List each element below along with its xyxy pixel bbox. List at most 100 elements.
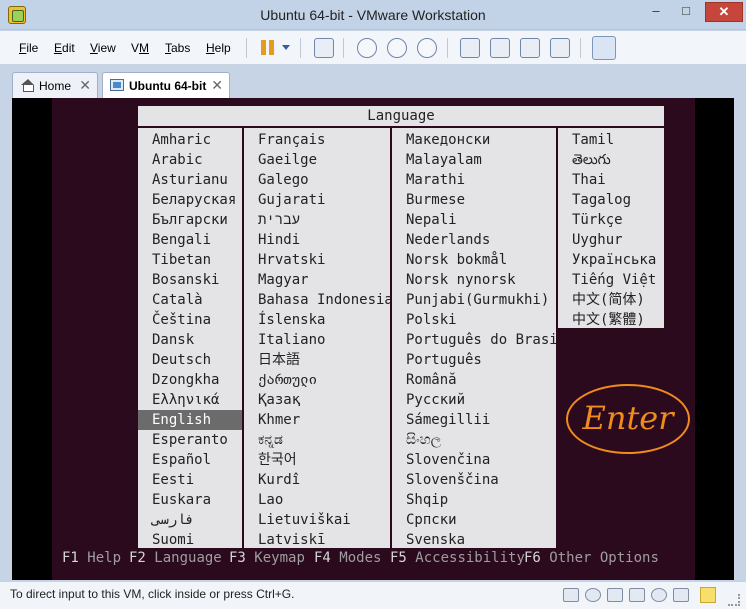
language-option[interactable]: فارسی bbox=[138, 510, 242, 530]
language-option[interactable]: Norsk nynorsk bbox=[392, 270, 556, 290]
language-option[interactable]: 中文(繁體) bbox=[558, 310, 664, 330]
language-option[interactable]: Norsk bokmål bbox=[392, 250, 556, 270]
language-option[interactable]: 中文(简体) bbox=[558, 290, 664, 310]
language-option[interactable]: Lao bbox=[244, 490, 390, 510]
language-option[interactable]: Dzongkha bbox=[138, 370, 242, 390]
language-option[interactable]: Punjabi(Gurmukhi) bbox=[392, 290, 556, 310]
language-option[interactable]: Esperanto bbox=[138, 430, 242, 450]
menu-edit[interactable]: Edit bbox=[54, 41, 75, 55]
resize-grip[interactable] bbox=[728, 594, 740, 606]
language-option[interactable]: Magyar bbox=[244, 270, 390, 290]
language-option[interactable]: Burmese bbox=[392, 190, 556, 210]
unity-icon[interactable] bbox=[550, 38, 570, 58]
power-dropdown-arrow-icon[interactable] bbox=[282, 45, 290, 50]
language-option[interactable]: Íslenska bbox=[244, 310, 390, 330]
hard-disk-icon[interactable] bbox=[563, 588, 579, 602]
language-option[interactable]: Euskara bbox=[138, 490, 242, 510]
pause-icon[interactable] bbox=[258, 38, 278, 58]
console-view-icon[interactable] bbox=[592, 36, 616, 60]
tab-home[interactable]: Home ✕ bbox=[12, 72, 98, 98]
language-option[interactable]: Español bbox=[138, 450, 242, 470]
sound-icon[interactable] bbox=[651, 588, 667, 602]
snapshot-icon[interactable] bbox=[357, 38, 377, 58]
language-option[interactable]: සිංහල bbox=[392, 430, 556, 450]
language-option[interactable]: Kurdî bbox=[244, 470, 390, 490]
language-option[interactable]: Polski bbox=[392, 310, 556, 330]
language-option[interactable]: తెలుగు bbox=[558, 150, 664, 170]
language-option[interactable]: 한국어 bbox=[244, 450, 390, 470]
close-tab-icon[interactable]: ✕ bbox=[211, 77, 223, 94]
display-icon[interactable] bbox=[673, 588, 689, 602]
language-option[interactable]: Malayalam bbox=[392, 150, 556, 170]
language-option[interactable]: Marathi bbox=[392, 170, 556, 190]
f4-modes[interactable]: F4 Modes bbox=[314, 550, 381, 566]
network-icon[interactable] bbox=[607, 588, 623, 602]
revert-snapshot-icon[interactable] bbox=[387, 38, 407, 58]
language-option[interactable]: Sámegillii bbox=[392, 410, 556, 430]
language-option[interactable]: Română bbox=[392, 370, 556, 390]
language-option[interactable]: Gujarati bbox=[244, 190, 390, 210]
close-button[interactable]: ✕ bbox=[705, 2, 743, 22]
language-option[interactable]: Suomi bbox=[138, 530, 242, 550]
language-option-selected[interactable]: English bbox=[138, 410, 242, 430]
language-option[interactable]: Български bbox=[138, 210, 242, 230]
menu-tabs[interactable]: Tabs bbox=[165, 41, 190, 55]
menu-help[interactable]: Help bbox=[206, 41, 231, 55]
language-option[interactable]: Dansk bbox=[138, 330, 242, 350]
close-tab-icon[interactable]: ✕ bbox=[79, 77, 91, 94]
snapshot-manager-icon[interactable] bbox=[417, 38, 437, 58]
language-option[interactable]: Қазақ bbox=[244, 390, 390, 410]
minimize-button[interactable]: – bbox=[642, 2, 670, 22]
language-option[interactable]: Tagalog bbox=[558, 190, 664, 210]
language-option[interactable]: Nepali bbox=[392, 210, 556, 230]
language-option[interactable]: Tamil bbox=[558, 130, 664, 150]
language-option[interactable]: ಕನ್ನಡ bbox=[244, 430, 390, 450]
language-option[interactable]: Bengali bbox=[138, 230, 242, 250]
language-option[interactable]: Latviskī bbox=[244, 530, 390, 550]
language-option[interactable]: Shqip bbox=[392, 490, 556, 510]
language-option[interactable]: Khmer bbox=[244, 410, 390, 430]
menu-vm[interactable]: VM bbox=[131, 41, 149, 55]
language-option[interactable]: Uyghur bbox=[558, 230, 664, 250]
f6-other-options[interactable]: F6 Other Options bbox=[524, 550, 659, 566]
language-option[interactable]: Tiếng Việt bbox=[558, 270, 664, 290]
menu-file[interactable]: File bbox=[19, 41, 38, 55]
full-screen-icon[interactable] bbox=[520, 38, 540, 58]
language-option[interactable]: Српски bbox=[392, 510, 556, 530]
language-option[interactable]: Deutsch bbox=[138, 350, 242, 370]
language-option[interactable]: עברית bbox=[244, 210, 390, 230]
vm-display[interactable]: Language Amharic Arabic Asturianu Беларуска… bbox=[12, 98, 734, 580]
message-log-icon[interactable] bbox=[700, 587, 716, 603]
f5-accessibility[interactable]: F5 Accessibility bbox=[390, 550, 525, 566]
f2-language[interactable]: F2 Language bbox=[129, 550, 222, 566]
language-option[interactable]: Thai bbox=[558, 170, 664, 190]
language-option[interactable]: Bahasa Indonesia bbox=[244, 290, 390, 310]
language-option[interactable]: Nederlands bbox=[392, 230, 556, 250]
language-option[interactable]: Hrvatski bbox=[244, 250, 390, 270]
language-option[interactable]: Bosanski bbox=[138, 270, 242, 290]
language-option[interactable]: Português bbox=[392, 350, 556, 370]
normal-view-icon[interactable] bbox=[490, 38, 510, 58]
cd-dvd-icon[interactable] bbox=[585, 588, 601, 602]
f3-keymap[interactable]: F3 Keymap bbox=[229, 550, 305, 566]
language-option[interactable]: Gaeilge bbox=[244, 150, 390, 170]
language-option[interactable]: Tibetan bbox=[138, 250, 242, 270]
f1-help[interactable]: F1 Help bbox=[62, 550, 121, 566]
language-option[interactable]: ქართული bbox=[244, 370, 390, 390]
language-option[interactable]: Čeština bbox=[138, 310, 242, 330]
language-option[interactable]: Svenska bbox=[392, 530, 556, 550]
language-option[interactable]: Українська bbox=[558, 250, 664, 270]
send-ctrl-alt-del-icon[interactable] bbox=[314, 38, 334, 58]
language-option[interactable]: Slovenščina bbox=[392, 470, 556, 490]
language-option[interactable]: Русский bbox=[392, 390, 556, 410]
ubuntu-boot-console[interactable]: Language Amharic Arabic Asturianu Беларуска… bbox=[52, 98, 695, 580]
language-option[interactable]: 日本語 bbox=[244, 350, 390, 370]
language-option[interactable]: Ελληνικά bbox=[138, 390, 242, 410]
language-option[interactable]: Català bbox=[138, 290, 242, 310]
usb-icon[interactable] bbox=[629, 588, 645, 602]
language-option[interactable]: Asturianu bbox=[138, 170, 242, 190]
language-option[interactable]: Lietuviškai bbox=[244, 510, 390, 530]
language-option[interactable]: Беларуская bbox=[138, 190, 242, 210]
menu-view[interactable]: View bbox=[90, 41, 116, 55]
language-option[interactable]: Italiano bbox=[244, 330, 390, 350]
